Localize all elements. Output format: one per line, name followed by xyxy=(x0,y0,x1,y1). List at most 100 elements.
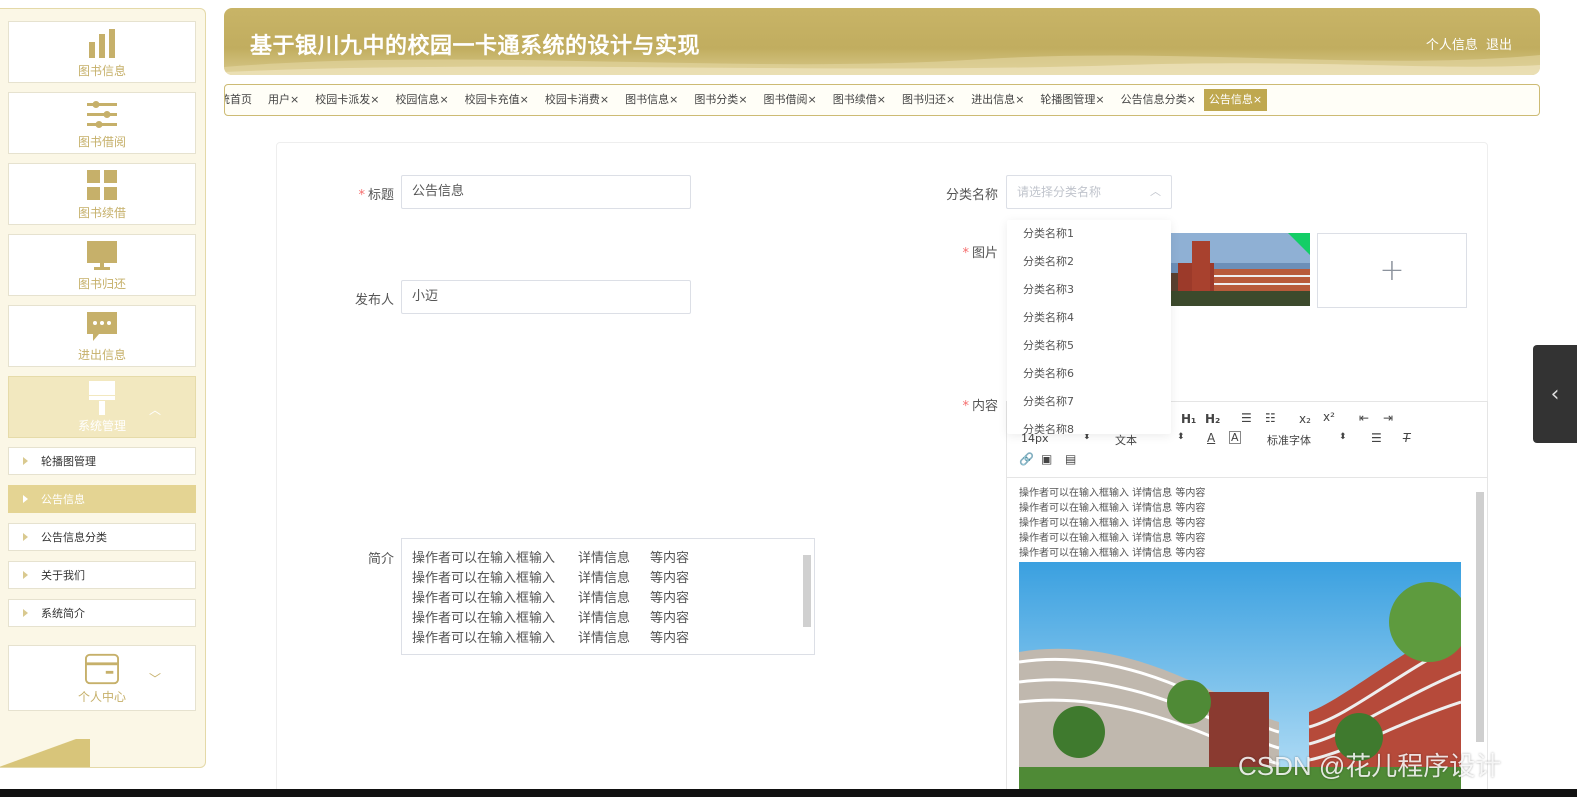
summary-segment: 详情信息 xyxy=(578,631,631,646)
dropdown-option[interactable]: 分类名称1 xyxy=(1007,220,1171,248)
tab-close-icon[interactable]: × xyxy=(1253,93,1262,106)
summary-scrollbar[interactable] xyxy=(802,545,812,649)
summary-segment: 详情信息 xyxy=(578,611,631,626)
link-icon[interactable]: 🔗 xyxy=(1019,452,1034,466)
align-icon[interactable]: ☰ xyxy=(1371,431,1382,445)
tab-item[interactable]: 公告信息× xyxy=(1203,89,1268,111)
summary-segment: 操作者可以在输入框输入 xyxy=(412,551,556,566)
tab-close-icon[interactable]: × xyxy=(439,93,448,106)
bullet-list-icon[interactable]: ☷ xyxy=(1265,411,1276,425)
chevron-up-icon: ︿ xyxy=(1150,185,1161,198)
tab-close-icon[interactable]: × xyxy=(370,93,379,106)
sidebar-item-system-intro[interactable]: 系统简介 xyxy=(8,599,196,627)
dropdown-option[interactable]: 分类名称8 xyxy=(1007,416,1171,434)
sidebar-item-about-us[interactable]: 关于我们 xyxy=(8,561,196,589)
tab-item[interactable]: 校园信息× xyxy=(387,89,456,111)
upload-success-mark xyxy=(1288,233,1310,255)
tab-close-icon[interactable]: × xyxy=(1015,93,1024,106)
scrollbar-thumb[interactable] xyxy=(1476,492,1484,742)
sidebar-card-book-renew[interactable]: 图书续借 xyxy=(8,163,196,225)
summary-segment: 等内容 xyxy=(650,571,690,586)
editor-line: 操作者可以在输入框输入 详情信息 等内容 xyxy=(1019,503,1206,514)
tab-label: 统首页 xyxy=(225,93,252,106)
tab-item[interactable]: 用户× xyxy=(260,89,307,111)
tab-item[interactable]: 图书归还× xyxy=(894,89,963,111)
chevron-down-icon[interactable]: ﹀ xyxy=(149,670,161,687)
superscript-button[interactable]: x² xyxy=(1323,410,1335,424)
font-color-icon[interactable]: A xyxy=(1207,431,1215,445)
scrollbar-thumb[interactable] xyxy=(803,555,811,627)
category-select[interactable]: 请选择分类名称 ︿ xyxy=(1006,175,1172,209)
dropdown-option[interactable]: 分类名称2 xyxy=(1007,248,1171,276)
tab-item[interactable]: 图书信息× xyxy=(617,89,686,111)
publisher-input[interactable]: 小迈 xyxy=(401,280,691,314)
summary-line: 操作者可以在输入框输入 详情信息 等内容 xyxy=(412,629,804,649)
tab-item[interactable]: 图书续借× xyxy=(825,89,894,111)
summary-segment: 等内容 xyxy=(650,591,690,606)
editor-line: 操作者可以在输入框输入 详情信息 等内容 xyxy=(1019,548,1206,559)
title-input[interactable]: 公告信息 xyxy=(401,175,691,209)
tab-close-icon[interactable]: × xyxy=(808,93,817,106)
tab-close-icon[interactable]: × xyxy=(669,93,678,106)
logout-link[interactable]: 退出 xyxy=(1486,38,1512,53)
heading1-button[interactable]: H₁ xyxy=(1181,412,1196,426)
sidebar-card-book-return[interactable]: 图书归还 xyxy=(8,234,196,296)
tab-close-icon[interactable]: × xyxy=(738,93,747,106)
summary-segment: 操作者可以在输入框输入 xyxy=(412,571,556,586)
chevron-up-icon[interactable]: ︿ xyxy=(149,401,161,418)
image-icon[interactable]: ▣ xyxy=(1041,452,1052,466)
tab-close-icon[interactable]: × xyxy=(1095,93,1104,106)
tab-item[interactable]: 校园卡派发× xyxy=(307,89,387,111)
collapse-panel-button[interactable]: ‹ xyxy=(1533,345,1577,443)
tab-label: 用户 xyxy=(268,93,290,106)
summary-textarea[interactable]: 操作者可以在输入框输入 详情信息 等内容 操作者可以在输入框输入 详情信息 等内容 操作者可… xyxy=(401,538,815,655)
subscript-button[interactable]: x₂ xyxy=(1299,412,1311,426)
tab-item[interactable]: 校园卡消费× xyxy=(537,89,617,111)
dropdown-option[interactable]: 分类名称7 xyxy=(1007,388,1171,416)
sidebar-card-book-info[interactable]: 图书信息 xyxy=(8,21,196,83)
dropdown-option[interactable]: 分类名称6 xyxy=(1007,360,1171,388)
tab-item[interactable]: 进出信息× xyxy=(963,89,1032,111)
heading2-button[interactable]: H₂ xyxy=(1205,412,1220,426)
tab-close-icon[interactable]: × xyxy=(290,93,299,106)
summary-segment: 等内容 xyxy=(650,631,690,646)
font-family-select[interactable]: 标准字体 xyxy=(1267,432,1311,448)
sidebar-item-announcement[interactable]: 公告信息 xyxy=(8,485,196,513)
sidebar-item-announcement-category[interactable]: 公告信息分类 xyxy=(8,523,196,551)
corner-decoration xyxy=(0,739,90,767)
tab-item[interactable]: 校园卡充值× xyxy=(457,89,537,111)
tab-label: 图书信息 xyxy=(625,93,670,106)
tab-item[interactable]: 图书分类× xyxy=(686,89,755,111)
text-style-select[interactable]: 文本 xyxy=(1115,432,1137,448)
sidebar-card-access-info[interactable]: 进出信息 xyxy=(8,305,196,367)
tab-item[interactable]: 图书借阅× xyxy=(756,89,825,111)
video-icon[interactable]: ▤ xyxy=(1065,452,1076,466)
tab-item[interactable]: 轮播图管理× xyxy=(1032,89,1112,111)
dropdown-option[interactable]: 分类名称5 xyxy=(1007,332,1171,360)
sidebar-card-personal-center[interactable]: 个人中心 ﹀ xyxy=(8,645,196,711)
tab-close-icon[interactable]: × xyxy=(946,93,955,106)
ordered-list-icon[interactable]: ☰ xyxy=(1241,411,1252,425)
indent-icon[interactable]: ⇥ xyxy=(1383,411,1393,425)
profile-link[interactable]: 个人信息 xyxy=(1426,38,1478,53)
clear-format-icon[interactable]: T̶ xyxy=(1403,431,1410,445)
background-color-icon[interactable]: A xyxy=(1229,431,1241,444)
dropdown-option[interactable]: 分类名称4 xyxy=(1007,304,1171,332)
uploaded-image-thumbnail[interactable] xyxy=(1170,233,1310,306)
editor-text-content[interactable]: 操作者可以在输入框输入 详情信息 等内容 操作者可以在输入框输入 详情信息 等内… xyxy=(1019,486,1205,561)
tab-close-icon[interactable]: × xyxy=(877,93,886,106)
sidebar-card-label: 系统管理 xyxy=(77,418,126,433)
tab-close-icon[interactable]: × xyxy=(600,93,609,106)
tab-item[interactable]: 公告信息分类× xyxy=(1113,89,1204,111)
sidebar-item-carousel[interactable]: 轮播图管理 xyxy=(8,447,196,475)
wallet-icon xyxy=(85,652,119,686)
tab-item[interactable]: 统首页 xyxy=(225,89,260,111)
sidebar-card-system-management[interactable]: 系统管理 ︿ xyxy=(8,376,196,438)
upload-image-button[interactable]: + xyxy=(1317,233,1467,308)
outdent-icon[interactable]: ⇤ xyxy=(1359,411,1369,425)
tab-close-icon[interactable]: × xyxy=(1187,93,1196,106)
sidebar-card-book-borrow[interactable]: 图书借阅 xyxy=(8,92,196,154)
tab-close-icon[interactable]: × xyxy=(520,93,529,106)
content-label: * 内容 xyxy=(930,395,998,414)
dropdown-option[interactable]: 分类名称3 xyxy=(1007,276,1171,304)
